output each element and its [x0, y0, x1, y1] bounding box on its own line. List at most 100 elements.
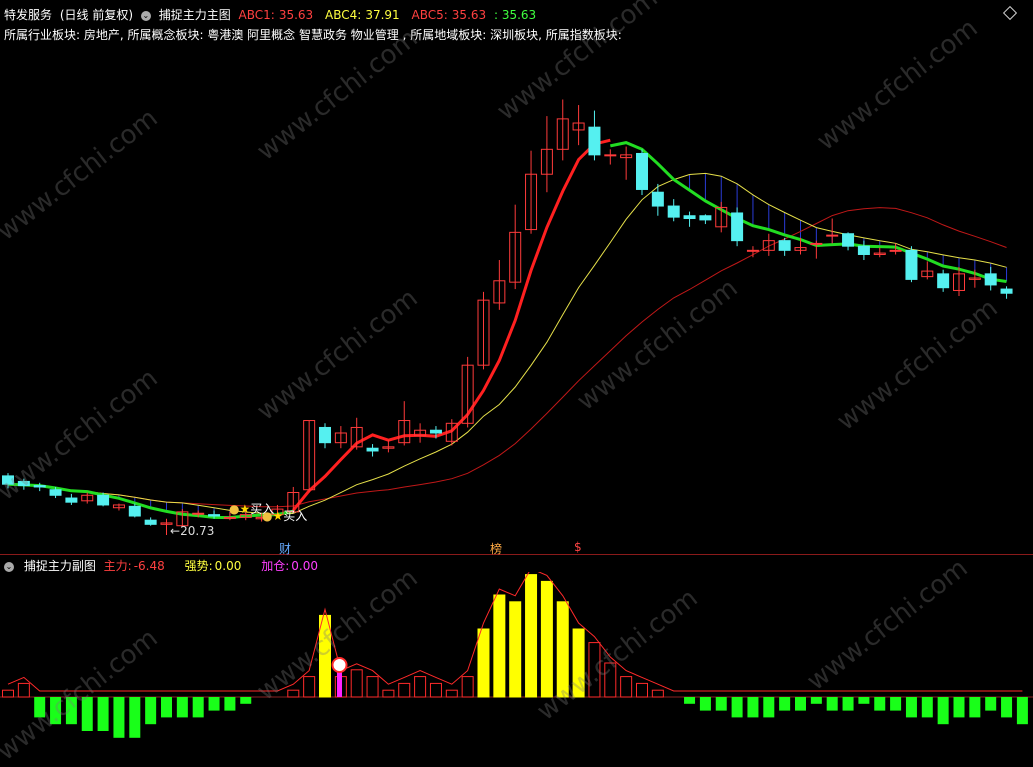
candle-body — [366, 447, 379, 452]
price-chart[interactable] — [0, 40, 1033, 552]
abc5-extra: : 35.63 — [493, 8, 537, 22]
main-force-value: -6.48 — [133, 559, 165, 573]
candle-body — [667, 205, 680, 218]
main-force-bar — [303, 676, 316, 698]
main-force-bar — [556, 601, 569, 698]
main-force-bar — [429, 682, 442, 698]
main-force-bar — [176, 697, 188, 718]
main-force-bar — [715, 697, 727, 711]
strength-label: 强势: — [184, 559, 213, 573]
main-force-bar — [572, 628, 585, 698]
candle-body — [778, 240, 791, 251]
event-marker-finance[interactable]: 财 — [279, 540, 291, 557]
main-force-bar — [636, 682, 648, 698]
candle-body — [731, 212, 744, 242]
candle-body — [97, 494, 110, 506]
stock-name[interactable]: 特发服务 — [4, 8, 52, 22]
main-force-bar — [17, 682, 30, 698]
star-icon: ★ — [239, 502, 251, 516]
main-force-bar — [350, 669, 363, 698]
low-arrow: ← — [170, 524, 181, 538]
abc1-value: 35.63 — [278, 8, 314, 22]
event-marker-dollar[interactable]: $ — [574, 540, 582, 554]
abc4-label: ABC4: — [325, 8, 362, 22]
main-force-bar — [1001, 697, 1013, 718]
candle-body — [144, 519, 157, 525]
main-force-bar — [921, 697, 933, 718]
main-force-bar — [763, 697, 775, 718]
main-force-bar — [826, 697, 838, 711]
strength-value: 0.00 — [214, 559, 242, 573]
main-force-bar — [731, 697, 743, 718]
main-force-bar — [525, 574, 538, 698]
main-force-bar — [651, 689, 664, 698]
main-force-bar — [588, 642, 601, 698]
candle-body — [192, 512, 205, 515]
main-force-bar — [113, 697, 125, 738]
candle-body — [319, 426, 331, 444]
main-force-bar — [97, 697, 109, 731]
main-force-bar — [34, 697, 46, 718]
main-force-bar — [366, 676, 379, 698]
sub-indicator-name[interactable]: 捕捉主力副图 — [24, 559, 96, 573]
candle-body — [429, 429, 442, 434]
money-bag-icon: ● — [262, 509, 273, 523]
main-force-bar — [905, 697, 917, 718]
period-label[interactable]: (日线 前复权) — [60, 8, 133, 22]
main-force-bar — [240, 697, 252, 704]
main-force-bar — [937, 697, 949, 725]
ma-long-line — [7, 207, 1007, 508]
chart-title-bar: 特发服务 (日线 前复权) ⌄ 捕捉主力主图 ABC1: 35.63 ABC4: 3… — [4, 6, 540, 22]
main-force-bar — [129, 697, 141, 738]
candle-body — [636, 152, 648, 190]
indicator-chart[interactable] — [0, 572, 1033, 740]
candle-body — [842, 233, 855, 247]
ma-red-line — [292, 138, 611, 512]
abc1-label: ABC1: — [238, 8, 275, 22]
add-label: 加仓: — [261, 559, 290, 573]
sub-dropdown-icon[interactable]: ⌄ — [4, 561, 14, 572]
main-force-bar — [493, 594, 506, 698]
main-force-bar — [50, 697, 62, 725]
main-force-bar — [509, 601, 522, 698]
pane-divider[interactable] — [0, 554, 1033, 555]
settings-diamond-icon[interactable] — [1002, 5, 1018, 21]
main-force-bar — [398, 682, 411, 698]
star-icon: ★ — [272, 509, 284, 523]
main-force-bar — [699, 697, 711, 711]
main-force-bar — [540, 580, 553, 698]
buy-label-2: 买入 — [283, 509, 308, 523]
candle-body — [826, 234, 839, 237]
main-force-bar — [477, 628, 490, 698]
main-force-bar — [874, 697, 886, 711]
candle-body — [604, 154, 617, 157]
main-force-bar — [445, 689, 458, 698]
candle-body — [588, 126, 601, 156]
low-price-value: 20.73 — [180, 524, 215, 538]
buy-signal-2[interactable]: ●★买入 — [262, 507, 307, 524]
main-force-bar — [810, 697, 822, 704]
main-force-bar — [842, 697, 854, 711]
dropdown-icon[interactable]: ⌄ — [140, 10, 151, 21]
candle-body — [651, 191, 664, 207]
main-force-bar — [2, 689, 14, 698]
main-force-bar — [461, 676, 474, 698]
main-force-bar — [145, 697, 157, 725]
candle-body — [746, 249, 759, 252]
candle-body — [208, 514, 221, 517]
main-force-bar — [1016, 697, 1028, 725]
candle-body — [857, 245, 870, 255]
main-force-label: 主力: — [103, 559, 132, 573]
money-bag-icon: ● — [229, 502, 240, 516]
event-marker-ranking[interactable]: 榜 — [490, 540, 502, 557]
candle-body — [65, 497, 78, 503]
abc5-label: ABC5: — [411, 8, 448, 22]
main-force-bar — [858, 697, 870, 704]
indicator-name[interactable]: 捕捉主力主图 — [159, 8, 231, 22]
add-value: 0.00 — [291, 559, 318, 573]
main-force-bar — [779, 697, 791, 711]
candle-body — [2, 475, 14, 485]
abc4-value: 37.91 — [365, 8, 400, 22]
main-force-bar — [795, 697, 806, 711]
main-force-bar — [65, 697, 77, 725]
